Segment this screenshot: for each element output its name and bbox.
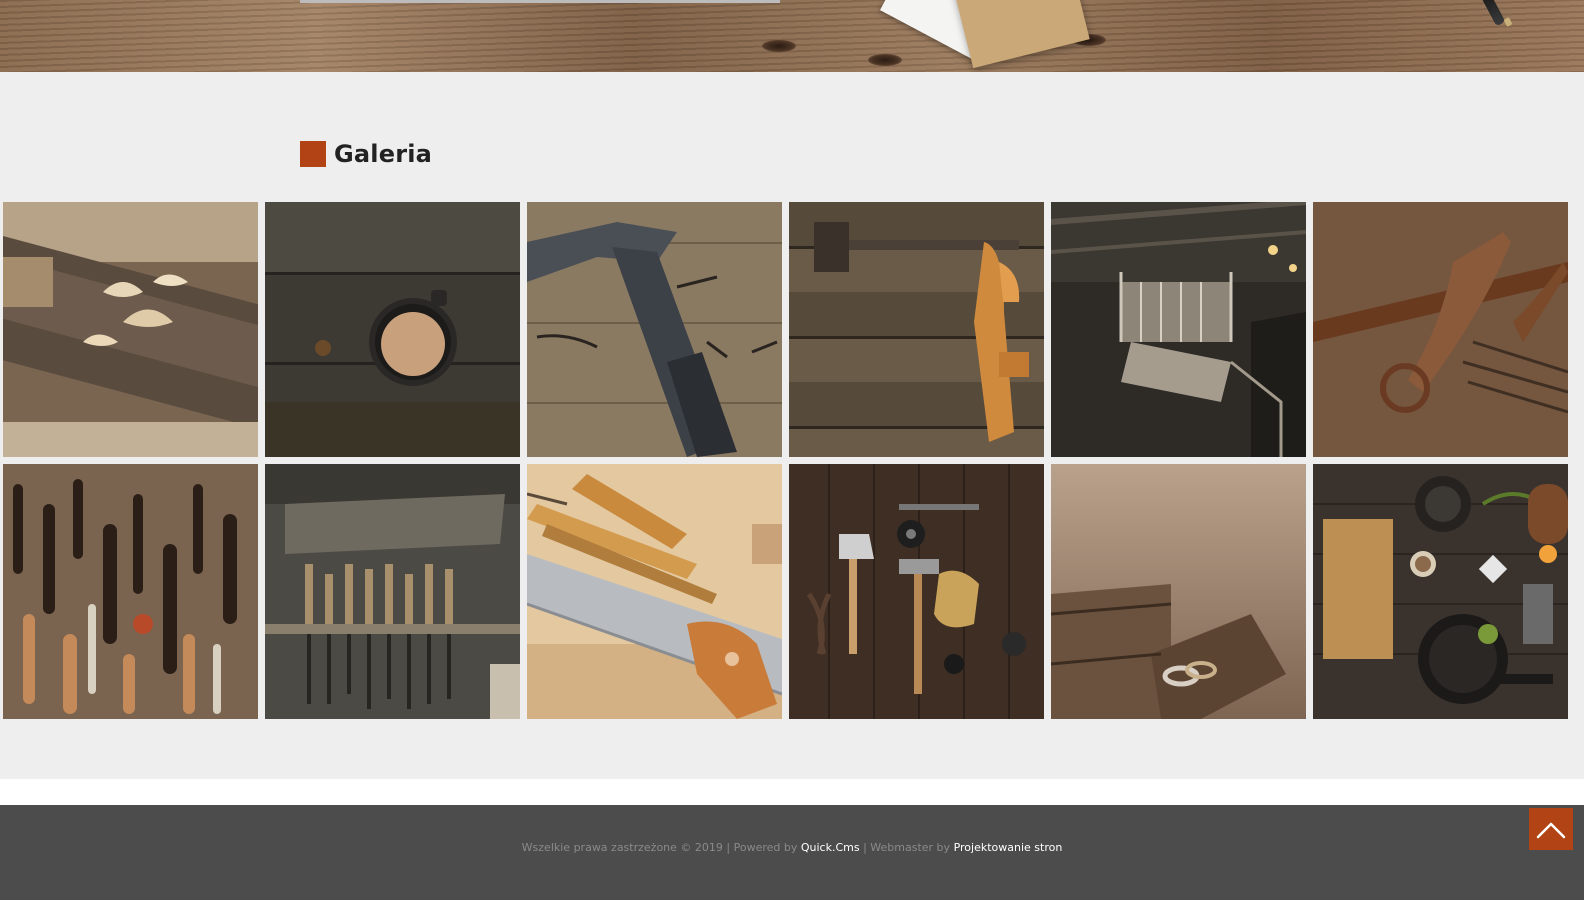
gallery-image-chisels-saw[interactable] <box>527 464 782 719</box>
wood-shavings-image <box>3 202 258 457</box>
hero-edge <box>300 0 780 3</box>
footer-copyright: Wszelkie prawa zastrzeżone © 2019 | Powe… <box>0 841 1584 854</box>
gallery-image-kitchen[interactable] <box>1313 464 1568 719</box>
gallery-grid <box>3 202 1581 719</box>
gallery-image-coffee-mug[interactable] <box>265 202 520 457</box>
pincers-image <box>1313 202 1568 457</box>
wood-knot <box>868 54 902 66</box>
site-footer: Wszelkie prawa zastrzeżone © 2019 | Powe… <box>0 805 1584 900</box>
rings-image <box>1051 464 1306 719</box>
gallery-image-hammer[interactable] <box>527 202 782 457</box>
footer-rights-text: Wszelkie prawa zastrzeżone © 2019 | Powe… <box>521 841 801 854</box>
kraft-envelope <box>950 0 1090 69</box>
footer-cms-link[interactable]: Quick.Cms <box>801 841 860 854</box>
gallery-image-pincers[interactable] <box>1313 202 1568 457</box>
wood-knot <box>762 40 796 52</box>
tool-pegboard-image <box>3 464 258 719</box>
gallery-title: Galeria <box>334 140 433 168</box>
gallery-image-hand-plane[interactable] <box>789 202 1044 457</box>
pen-tip <box>1503 17 1513 27</box>
tool-flatlay-image <box>789 464 1044 719</box>
chevron-up-icon <box>1536 822 1566 839</box>
hero-banner <box>0 0 1584 72</box>
hand-plane-image <box>789 202 1044 457</box>
pen <box>1480 0 1506 27</box>
gallery-image-chisels-shelf[interactable] <box>265 464 520 719</box>
kitchen-image <box>1313 464 1568 719</box>
hammer-image <box>527 202 782 457</box>
heading-accent-square <box>300 141 326 167</box>
gallery-image-staircase[interactable] <box>1051 202 1306 457</box>
gallery-image-rings[interactable] <box>1051 464 1306 719</box>
gallery-section: Galeria <box>0 72 1584 779</box>
chisels-shelf-image <box>265 464 520 719</box>
footer-webmaster-link[interactable]: Projektowanie stron <box>954 841 1063 854</box>
back-to-top-button[interactable] <box>1529 808 1573 850</box>
gallery-heading: Galeria <box>300 140 432 168</box>
gallery-image-wood-shavings[interactable] <box>3 202 258 457</box>
chisels-saw-image <box>527 464 782 719</box>
staircase-image <box>1051 202 1306 457</box>
gallery-image-tool-pegboard[interactable] <box>3 464 258 719</box>
coffee-mug-image <box>265 202 520 457</box>
footer-webmaster-text: | Webmaster by <box>859 841 954 854</box>
gallery-image-tool-flatlay[interactable] <box>789 464 1044 719</box>
